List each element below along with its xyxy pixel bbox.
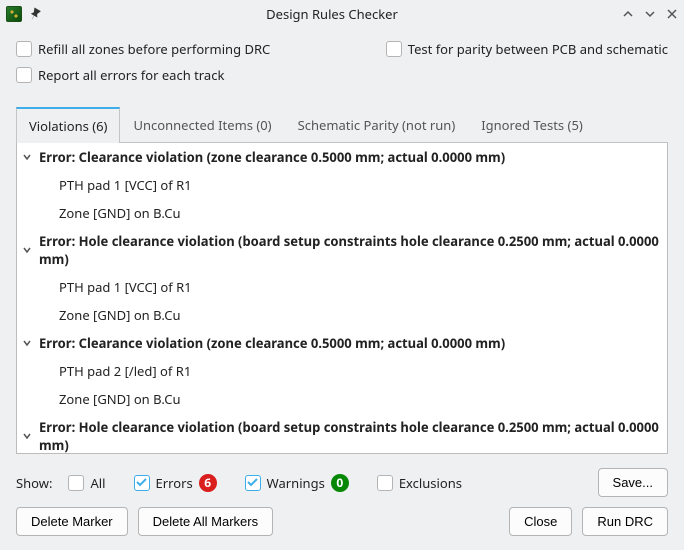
errors-count-badge: 6: [199, 474, 217, 492]
refill-zones-checkbox[interactable]: Refill all zones before performing DRC: [16, 40, 270, 58]
tab-label: Violations (6): [29, 117, 107, 135]
delete-marker-button[interactable]: Delete Marker: [16, 507, 128, 536]
violation-item[interactable]: Error: Hole clearance violation (board s…: [17, 413, 667, 454]
violation-detail[interactable]: PTH pad 1 [VCC] of R1: [17, 273, 667, 301]
tab-violations[interactable]: Violations (6): [16, 107, 120, 143]
filter-warnings[interactable]: Warnings 0: [245, 474, 349, 492]
delete-all-markers-button[interactable]: Delete All Markers: [138, 507, 273, 536]
parity-label: Test for parity between PCB and schemati…: [408, 40, 668, 58]
chevron-down-icon: [21, 244, 33, 256]
window-title: Design Rules Checker: [42, 5, 622, 23]
show-label: Show:: [16, 474, 52, 492]
filter-all[interactable]: All: [68, 474, 105, 492]
violation-detail[interactable]: Zone [GND] on B.Cu: [17, 301, 667, 329]
violation-title: Error: Clearance violation (zone clearan…: [39, 334, 505, 352]
violation-title: Error: Clearance violation (zone clearan…: [39, 148, 505, 166]
report-all-label: Report all errors for each track: [38, 66, 224, 84]
close-icon[interactable]: [666, 8, 678, 20]
filter-errors-label: Errors: [156, 474, 193, 492]
checkbox-icon: [245, 475, 261, 491]
refill-zones-label: Refill all zones before performing DRC: [38, 40, 270, 58]
filter-warnings-label: Warnings: [267, 474, 325, 492]
checkbox-icon: [386, 41, 402, 57]
violation-item[interactable]: Error: Hole clearance violation (board s…: [17, 227, 667, 329]
dialog-buttons: Delete Marker Delete All Markers Close R…: [0, 507, 684, 550]
filter-all-label: All: [90, 474, 105, 492]
report-all-checkbox[interactable]: Report all errors for each track: [16, 66, 224, 84]
checkbox-icon: [68, 475, 84, 491]
violation-header[interactable]: Error: Hole clearance violation (board s…: [17, 227, 667, 273]
violation-detail[interactable]: Zone [GND] on B.Cu: [17, 199, 667, 227]
button-label: Run DRC: [597, 514, 653, 529]
tab-ignored-tests[interactable]: Ignored Tests (5): [468, 107, 596, 143]
checkbox-icon: [134, 475, 150, 491]
filter-row: Show: All Errors 6 Warnings 0 Exclusions…: [16, 468, 668, 497]
titlebar: Design Rules Checker: [0, 0, 684, 28]
violation-header[interactable]: Error: Clearance violation (zone clearan…: [17, 143, 667, 171]
maximize-icon[interactable]: [644, 8, 656, 20]
violation-header[interactable]: Error: Clearance violation (zone clearan…: [17, 329, 667, 357]
violation-header[interactable]: Error: Hole clearance violation (board s…: [17, 413, 667, 454]
button-label: Close: [524, 514, 557, 529]
warnings-count-badge: 0: [331, 474, 349, 492]
save-button[interactable]: Save...: [598, 468, 668, 497]
app-icon: [6, 6, 22, 22]
filter-errors[interactable]: Errors 6: [134, 474, 217, 492]
close-button[interactable]: Close: [509, 507, 572, 536]
filter-exclusions[interactable]: Exclusions: [377, 474, 462, 492]
button-label: Delete All Markers: [153, 514, 258, 529]
violation-title: Error: Hole clearance violation (board s…: [39, 232, 663, 268]
violation-title: Error: Hole clearance violation (board s…: [39, 418, 663, 454]
run-drc-button[interactable]: Run DRC: [582, 507, 668, 536]
checkbox-icon: [377, 475, 393, 491]
checkbox-icon: [16, 41, 32, 57]
chevron-down-icon: [21, 337, 33, 349]
tab-label: Schematic Parity (not run): [298, 116, 456, 134]
tab-unconnected[interactable]: Unconnected Items (0): [120, 107, 284, 143]
button-label: Delete Marker: [31, 514, 113, 529]
pin-icon[interactable]: [28, 7, 42, 21]
violations-list[interactable]: Error: Clearance violation (zone clearan…: [16, 143, 668, 454]
checkbox-icon: [16, 67, 32, 83]
violation-detail[interactable]: Zone [GND] on B.Cu: [17, 385, 667, 413]
chevron-down-icon: [21, 430, 33, 442]
chevron-down-icon: [21, 151, 33, 163]
button-label: Save...: [613, 475, 653, 490]
filter-exclusions-label: Exclusions: [399, 474, 462, 492]
violation-detail[interactable]: PTH pad 1 [VCC] of R1: [17, 171, 667, 199]
tab-bar: Violations (6) Unconnected Items (0) Sch…: [16, 106, 668, 143]
violation-item[interactable]: Error: Clearance violation (zone clearan…: [17, 329, 667, 413]
violation-item[interactable]: Error: Clearance violation (zone clearan…: [17, 143, 667, 227]
tab-label: Ignored Tests (5): [481, 116, 583, 134]
parity-checkbox[interactable]: Test for parity between PCB and schemati…: [386, 40, 668, 58]
minimize-icon[interactable]: [622, 8, 634, 20]
tab-schematic-parity[interactable]: Schematic Parity (not run): [285, 107, 469, 143]
tab-label: Unconnected Items (0): [133, 116, 271, 134]
violation-detail[interactable]: PTH pad 2 [/led] of R1: [17, 357, 667, 385]
